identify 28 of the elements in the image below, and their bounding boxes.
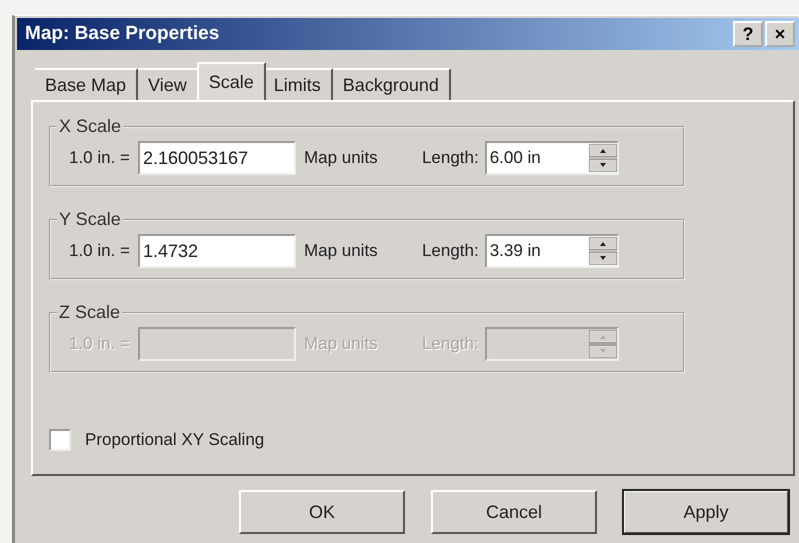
help-button[interactable]: ? [733,21,763,47]
checkbox-label: Proportional XY Scaling [85,430,264,450]
spin-arrows-icon[interactable] [588,144,617,172]
length-spinner[interactable]: 3.39 in [484,234,619,268]
units-label: Map units [304,241,379,261]
length-spinner[interactable] [484,327,619,361]
dialog-button[interactable]: Cancel [431,490,597,534]
dialog-button[interactable]: OK [239,490,405,534]
map-units-field[interactable]: 1.4732 [138,234,296,268]
tab[interactable]: Base Map [35,68,138,100]
group-title: Y Scale [58,209,122,230]
units-label: Map units [304,148,379,168]
checkbox[interactable] [49,429,71,451]
dialog-button[interactable]: Apply [623,490,789,534]
close-button[interactable]: × [765,21,795,47]
group-title: Z Scale [58,302,122,323]
tab[interactable]: Limits [264,68,333,100]
tab[interactable]: Scale [196,62,266,100]
group-title: X Scale [58,116,122,137]
map-units-field[interactable]: 2.160053167 [138,141,296,175]
window-title: Map: Base Properties [25,23,220,45]
scale-prefix: 1.0 in. = [69,148,130,168]
length-label: Length: [422,148,479,168]
scale-prefix: 1.0 in. = [69,241,130,261]
tab[interactable]: Background [332,68,451,100]
length-label: Length: [422,241,479,261]
length-spinner[interactable]: 6.00 in [484,141,619,175]
spin-arrows-icon[interactable] [588,237,617,265]
